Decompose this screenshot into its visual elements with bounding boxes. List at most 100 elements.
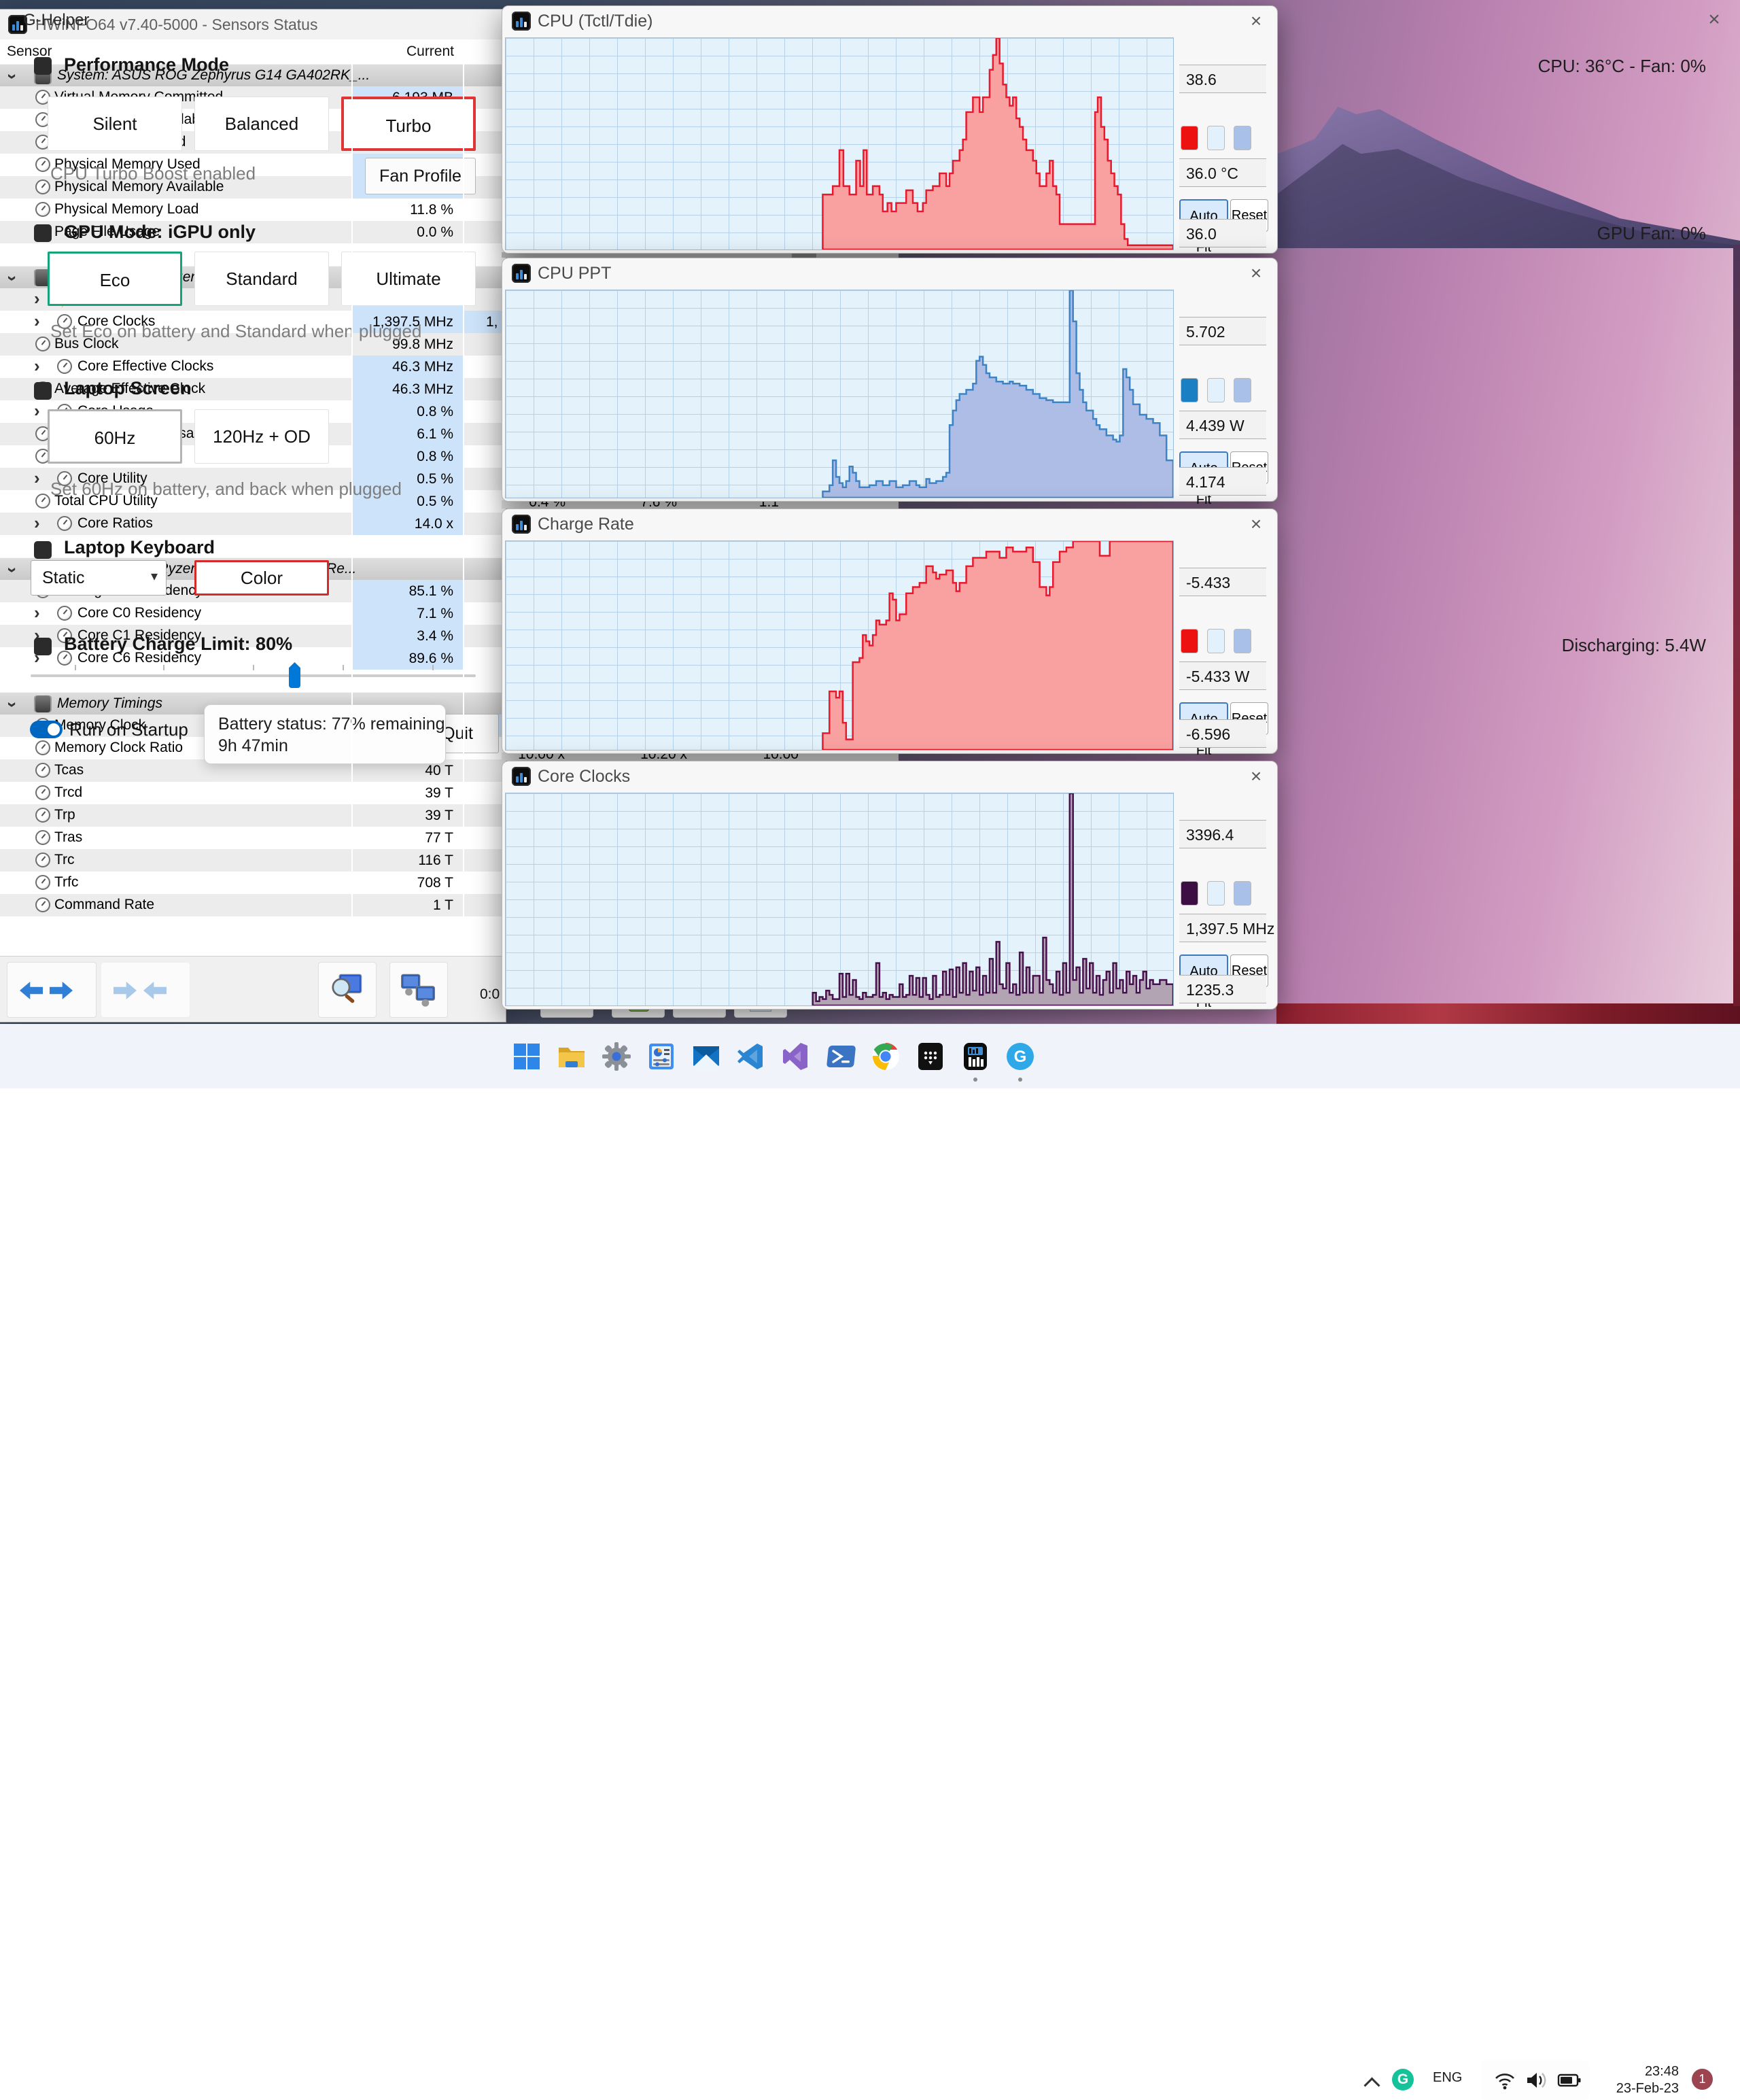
sensor-row[interactable]: Trp 39 T: [0, 804, 506, 827]
settings-gear-icon[interactable]: [601, 1041, 632, 1072]
series-color-swatch[interactable]: [1181, 629, 1198, 653]
start-icon[interactable]: [511, 1041, 542, 1072]
perf-balanced-button[interactable]: Balanced: [194, 97, 329, 151]
sensor-current-value: 1 T: [433, 897, 453, 913]
grid-color-swatch[interactable]: [1234, 629, 1251, 653]
background-color-swatch[interactable]: [1207, 378, 1225, 402]
graph-titlebar[interactable]: CPU (Tctl/Tdie) ×: [502, 6, 1277, 36]
sensor-clock-icon: [57, 606, 72, 621]
remote-monitors-button[interactable]: [389, 962, 448, 1018]
screen-60hz-button[interactable]: 60Hz: [48, 409, 182, 464]
sensor-row[interactable]: Trfc 708 T: [0, 872, 506, 894]
chevron-down-icon: ›: [2, 275, 23, 281]
column-current[interactable]: Current: [406, 44, 454, 60]
expand-arrow-icon[interactable]: ›: [34, 311, 40, 331]
grammarly-tray-icon[interactable]: G: [1392, 2069, 1414, 2090]
expand-arrow-icon[interactable]: ›: [34, 602, 40, 623]
graph-current-value: 4.439 W: [1179, 411, 1266, 439]
sensor-clock-icon: [35, 897, 50, 912]
sensor-row[interactable]: Trc 116 T: [0, 849, 506, 872]
performance-mode-heading: Performance Mode: [64, 54, 230, 75]
background-color-swatch[interactable]: [1207, 881, 1225, 906]
series-color-swatch[interactable]: [1181, 378, 1198, 402]
powershell-icon[interactable]: [825, 1041, 856, 1072]
sensor-row[interactable]: Tras 77 T: [0, 827, 506, 849]
graph-titlebar[interactable]: Charge Rate ×: [502, 509, 1277, 539]
background-color-swatch[interactable]: [1207, 629, 1225, 653]
sensor-current-value: 89.6 %: [353, 647, 463, 670]
taskbar-clock[interactable]: 23:48 23-Feb-23: [1597, 2063, 1679, 2097]
notification-badge[interactable]: 1: [1692, 2069, 1713, 2090]
keyboard-icon: [34, 541, 52, 559]
close-icon[interactable]: ×: [1245, 10, 1268, 32]
battery-limit-heading: Battery Charge Limit: 80%: [64, 634, 293, 654]
expand-arrow-icon[interactable]: ›: [34, 400, 40, 421]
sensor-current-value: 0.8 %: [353, 400, 463, 423]
sensor-row[interactable]: › Core Effective Clocks 46.3 MHz: [0, 356, 506, 378]
gpu-standard-button[interactable]: Standard: [194, 252, 329, 306]
graph-side-panel: -5.433-5.433 WAuto FitReset-6.596: [1179, 540, 1269, 758]
sensor-row[interactable]: Trcd 39 T: [0, 782, 506, 804]
gpu-note: Set Eco on battery and Standard when plu…: [50, 321, 422, 341]
perf-turbo-button[interactable]: Turbo: [341, 97, 476, 151]
hwinfo-app-icon: [512, 515, 531, 534]
series-color-swatch[interactable]: [1181, 881, 1198, 906]
screen-note: Set 60Hz on battery, and back when plugg…: [50, 479, 402, 499]
volume-icon: [1527, 2073, 1546, 2088]
g-helper-icon[interactable]: G: [1005, 1041, 1036, 1072]
close-icon[interactable]: ×: [1245, 262, 1268, 284]
language-indicator[interactable]: ENG: [1433, 2070, 1462, 2086]
sensor-row[interactable]: › Core C0 Residency 7.1 %: [0, 602, 506, 625]
screen-icon: [34, 382, 52, 400]
dots-app-icon[interactable]: [915, 1041, 946, 1072]
hwinfo-toolbar: ⊕: [0, 956, 787, 1022]
close-icon[interactable]: ×: [1702, 8, 1726, 31]
run-on-startup-toggle[interactable]: [30, 721, 63, 738]
series-color-swatch[interactable]: [1181, 126, 1198, 150]
fan-profile-button[interactable]: Fan Profile: [365, 158, 476, 194]
sensor-row[interactable]: › Core Ratios 14.0 x: [0, 513, 506, 535]
expand-arrow-icon[interactable]: ›: [34, 468, 40, 488]
sensor-current-value: 0.8 %: [353, 445, 463, 468]
sensor-row[interactable]: Physical Memory Load 11.8 %: [0, 199, 506, 221]
hwinfo-icon[interactable]: [960, 1041, 991, 1072]
battery-icon: [34, 638, 52, 655]
cpu-temp-fan-status: CPU: 36°C - Fan: 0%: [1537, 56, 1706, 76]
vscode-icon[interactable]: [735, 1041, 767, 1072]
expand-arrow-icon[interactable]: ›: [34, 356, 40, 376]
keyboard-mode-dropdown[interactable]: Static ▾: [31, 560, 167, 596]
expand-columns-button[interactable]: [7, 962, 97, 1018]
mail-icon[interactable]: [691, 1041, 722, 1072]
control-panel-icon[interactable]: [646, 1041, 677, 1072]
sensor-current-value: 14.0 x: [353, 513, 463, 535]
grid-color-swatch[interactable]: [1234, 881, 1251, 906]
chrome-icon[interactable]: [870, 1041, 901, 1072]
gpu-ultimate-button[interactable]: Ultimate: [341, 252, 476, 306]
grid-color-swatch[interactable]: [1234, 126, 1251, 150]
grid-color-swatch[interactable]: [1234, 378, 1251, 402]
expand-arrow-icon[interactable]: ›: [34, 513, 40, 533]
keyboard-color-button[interactable]: Color: [194, 560, 329, 596]
battery-limit-slider-track[interactable]: [31, 674, 476, 677]
running-indicator-dot: [1018, 1078, 1022, 1082]
screen-120hz-button[interactable]: 120Hz + OD: [194, 409, 329, 464]
background-color-swatch[interactable]: [1207, 126, 1225, 150]
system-tray[interactable]: [1481, 2061, 1590, 2100]
file-explorer-icon[interactable]: [556, 1041, 587, 1072]
gpu-eco-button[interactable]: Eco: [48, 252, 182, 306]
collapse-columns-button[interactable]: [101, 962, 190, 1018]
graph-titlebar[interactable]: Core Clocks ×: [502, 761, 1277, 791]
sensor-clock-icon: [35, 853, 50, 867]
hidden-icons-chevron[interactable]: [1363, 2077, 1380, 2094]
visual-studio-icon[interactable]: [780, 1041, 812, 1072]
expand-arrow-icon[interactable]: ›: [34, 288, 40, 309]
perf-silent-button[interactable]: Silent: [48, 97, 182, 151]
chevron-down-icon: ›: [2, 567, 23, 573]
close-icon[interactable]: ×: [1245, 765, 1268, 787]
close-icon[interactable]: ×: [1245, 513, 1268, 535]
graph-min-value: -6.596: [1179, 719, 1266, 748]
sensor-row[interactable]: Command Rate 1 T: [0, 894, 506, 916]
screen-magnifier-button[interactable]: [318, 962, 377, 1018]
graph-titlebar[interactable]: CPU PPT ×: [502, 258, 1277, 288]
run-on-startup-label: Run on Startup: [69, 719, 188, 740]
